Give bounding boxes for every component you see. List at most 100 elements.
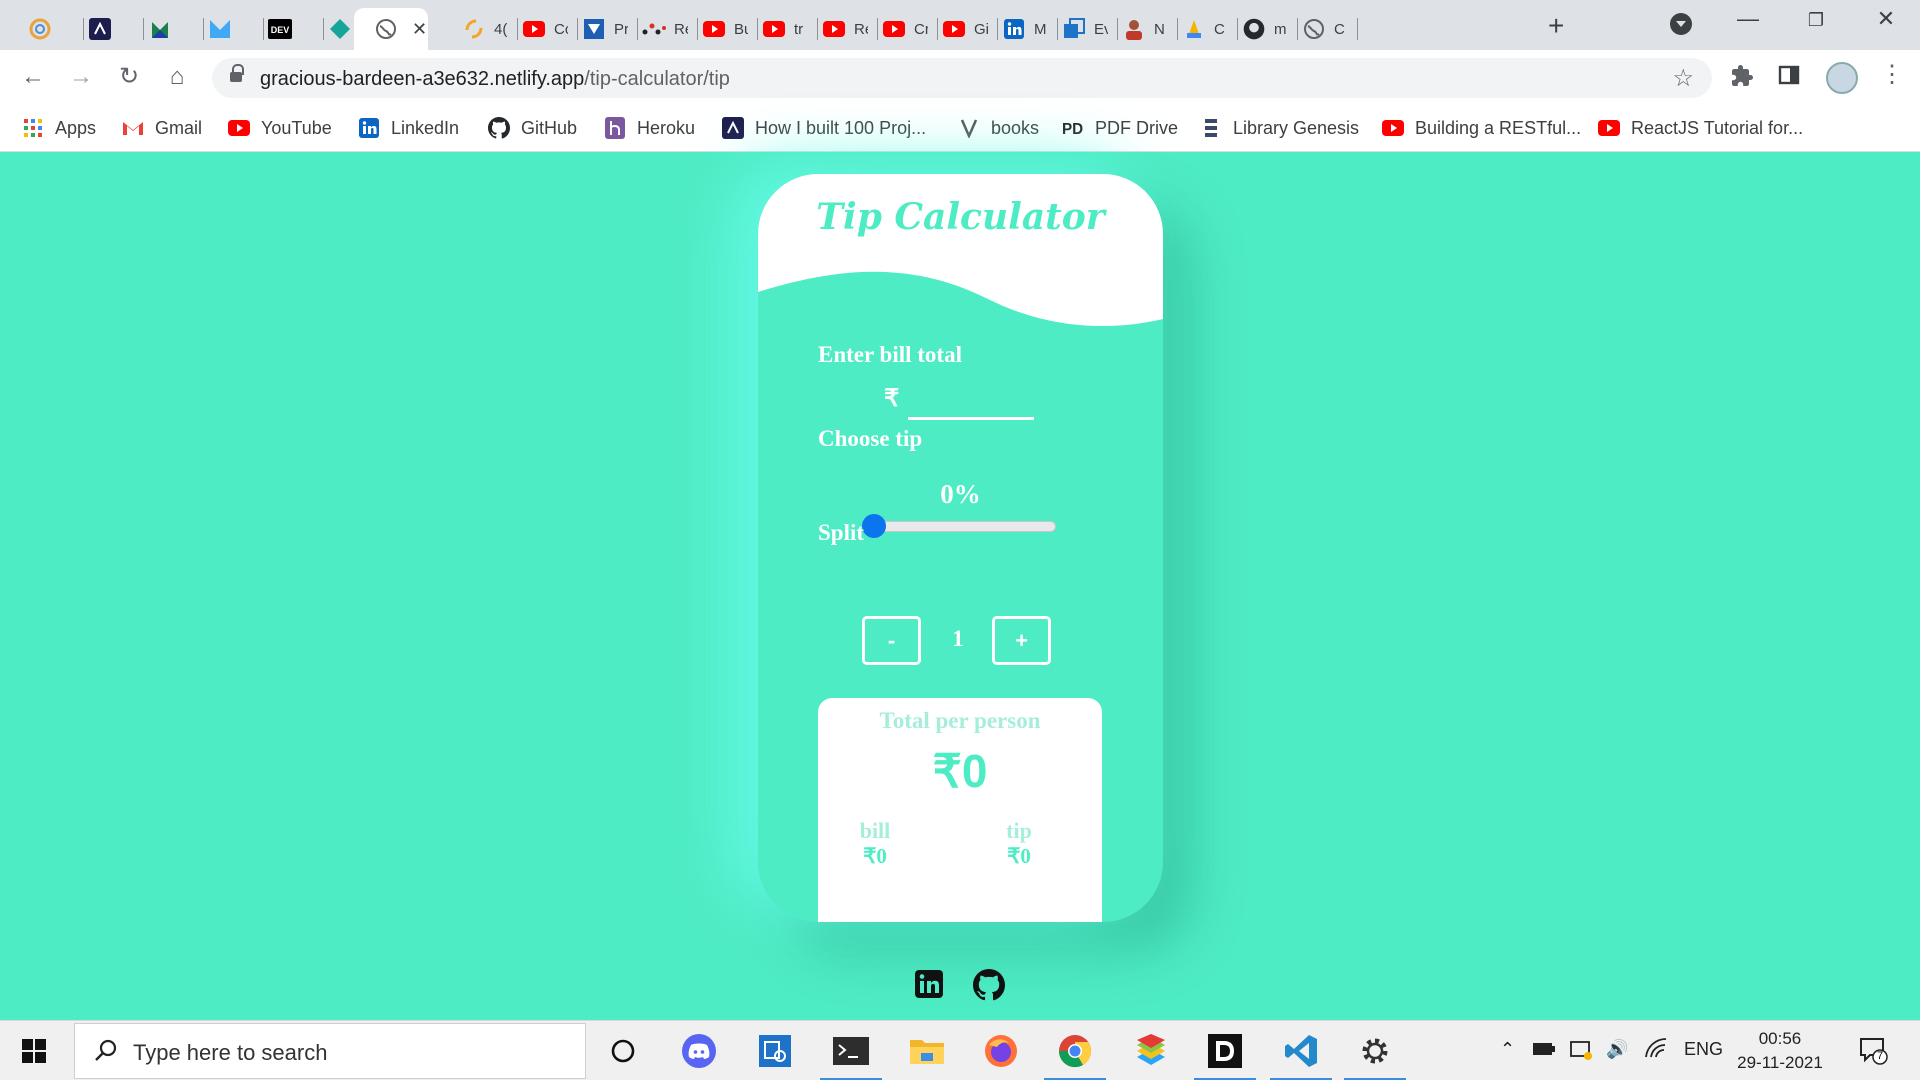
language-indicator[interactable]: ENG	[1684, 1039, 1723, 1060]
bookmark-heroku[interactable]: Heroku	[604, 116, 695, 140]
battery-icon[interactable]	[1532, 1041, 1556, 1062]
browser-tab[interactable]	[148, 8, 204, 50]
tab-separator	[757, 18, 758, 40]
file-explorer-icon[interactable]	[905, 1029, 949, 1073]
bookmark-label: LinkedIn	[391, 117, 460, 138]
lock-icon	[230, 64, 244, 84]
browser-tab[interactable]	[28, 8, 84, 50]
browser-tab[interactable]: Pr	[582, 8, 638, 50]
onedrive-sync-icon[interactable]	[1570, 1039, 1594, 1066]
bill-input[interactable]	[908, 374, 1034, 420]
tab-title: Ev	[1094, 20, 1108, 38]
back-icon[interactable]: ←	[18, 64, 48, 90]
terminal-icon[interactable]	[820, 1029, 882, 1080]
minimize-button[interactable]: —	[1728, 6, 1768, 32]
browser-tab[interactable]	[88, 8, 144, 50]
browser-tab[interactable]: C	[1182, 8, 1238, 50]
browser-tab[interactable]: Re	[642, 8, 698, 50]
github-icon[interactable]	[973, 969, 1006, 1001]
tip-slider-thumb[interactable]	[862, 514, 886, 538]
settings-gear-icon[interactable]	[1344, 1029, 1406, 1080]
tab-separator	[997, 18, 998, 40]
clock-date: 29-11-2021	[1737, 1053, 1823, 1072]
browser-tab[interactable]: DEV	[268, 8, 324, 50]
notification-center-icon[interactable]: 7	[1858, 1035, 1888, 1065]
tab-close-icon[interactable]: ✕	[412, 19, 427, 40]
taskbar-search-box[interactable]: Type here to search	[74, 1023, 586, 1079]
split-count: 1	[952, 626, 964, 651]
browser-tab[interactable]: C	[1302, 8, 1358, 50]
new-tab-button[interactable]: +	[1548, 12, 1564, 40]
tab-separator	[1177, 18, 1178, 40]
browser-tab[interactable]: m	[1242, 8, 1298, 50]
tray-chevron-up-icon[interactable]: ⌃	[1500, 1039, 1515, 1060]
bookmark-gmail[interactable]: Gmail	[122, 116, 202, 140]
tab-active[interactable]: ✕	[354, 8, 428, 50]
wifi-icon[interactable]	[1644, 1037, 1668, 1064]
bookmark-pdf-drive[interactable]: PD PDF Drive	[1062, 116, 1178, 140]
browser-tab[interactable]: 4(	[462, 8, 518, 50]
linkedin-icon	[358, 117, 380, 139]
restore-button[interactable]: ❐	[1796, 10, 1836, 31]
browser-tab[interactable]: Cc	[522, 8, 578, 50]
tab-title: C	[1214, 20, 1225, 38]
system-clock[interactable]: 00:56 29-11-2021	[1720, 1027, 1840, 1075]
bookmark-building-a-restful[interactable]: Building a RESTful...	[1382, 116, 1581, 140]
bookmark-reactjs-tutorial-for[interactable]: ReactJS Tutorial for...	[1598, 116, 1803, 140]
reload-icon[interactable]: ↻	[114, 64, 144, 90]
page-content: Tip Calculator Enter bill total ₹ Choose…	[0, 152, 1920, 1020]
browser-tab[interactable]: Gi	[942, 8, 998, 50]
libgen-icon	[1200, 117, 1222, 139]
screen-app-icon[interactable]	[753, 1029, 797, 1073]
linkedin-icon	[1002, 17, 1026, 41]
bookmark-label: Apps	[55, 117, 97, 138]
cortana-icon[interactable]	[601, 1029, 645, 1073]
firefox-icon[interactable]	[979, 1029, 1023, 1073]
increase-split-button[interactable]: +	[992, 616, 1051, 665]
youtube-icon	[942, 17, 966, 41]
bookmark-linkedin[interactable]: LinkedIn	[358, 116, 459, 140]
bookmark-how-i-built-100-proj[interactable]: How I built 100 Proj...	[722, 116, 926, 140]
bookmark-apps[interactable]: Apps	[22, 116, 96, 140]
side-panel-icon[interactable]	[1778, 64, 1800, 92]
browser-tab[interactable]: Bu	[702, 8, 758, 50]
address-bar[interactable]: gracious-bardeen-a3e632.netlify.app/tip-…	[212, 58, 1712, 98]
chrome-icon[interactable]	[1044, 1029, 1106, 1080]
currency-symbol: ₹	[884, 385, 900, 412]
person-icon	[1122, 17, 1146, 41]
browser-tab[interactable]: Cr	[882, 8, 938, 50]
blue-box-icon	[1062, 17, 1086, 41]
windows-start-icon[interactable]	[22, 1039, 46, 1068]
extensions-puzzle-icon[interactable]	[1730, 64, 1754, 94]
profile-avatar[interactable]	[1826, 62, 1858, 94]
d-app-icon[interactable]	[1194, 1029, 1256, 1080]
bookmark-youtube[interactable]: YouTube	[228, 116, 332, 140]
linkedin-icon[interactable]	[914, 969, 944, 999]
forward-icon[interactable]: →	[66, 64, 96, 90]
browser-tab[interactable]: Ev	[1062, 8, 1118, 50]
browser-tab[interactable]: N	[1122, 8, 1178, 50]
vscode-icon[interactable]	[1270, 1029, 1332, 1080]
browser-tab[interactable]: tr	[762, 8, 818, 50]
tab-title: 4(	[494, 20, 508, 38]
tip-slider-track[interactable]	[864, 521, 1056, 532]
home-icon[interactable]: ⌂	[162, 64, 192, 90]
bookmark-books[interactable]: books	[958, 116, 1039, 140]
tab-search-icon[interactable]	[1670, 13, 1692, 35]
split-label: Split	[818, 520, 865, 545]
bookmark-star-icon[interactable]: ☆	[1672, 64, 1694, 93]
browser-tab[interactable]	[208, 8, 264, 50]
browser-tab[interactable]: Re	[822, 8, 878, 50]
windows-taskbar: Type here to search ⌃ 🔊 ENG 00:56 29-11-…	[0, 1020, 1920, 1080]
browser-tab[interactable]: M	[1002, 8, 1058, 50]
decrease-split-button[interactable]: -	[862, 616, 921, 665]
tab-separator	[263, 18, 264, 40]
volume-icon[interactable]: 🔊	[1606, 1039, 1628, 1060]
blue-m-icon	[208, 17, 232, 41]
bluestacks-icon[interactable]	[1129, 1029, 1173, 1073]
discord-icon[interactable]	[677, 1029, 721, 1073]
bookmark-github[interactable]: GitHub	[488, 116, 577, 140]
browser-menu-icon[interactable]: ⋮	[1880, 60, 1904, 89]
close-window-button[interactable]: ✕	[1866, 6, 1906, 32]
bookmark-library-genesis[interactable]: Library Genesis	[1200, 116, 1359, 140]
